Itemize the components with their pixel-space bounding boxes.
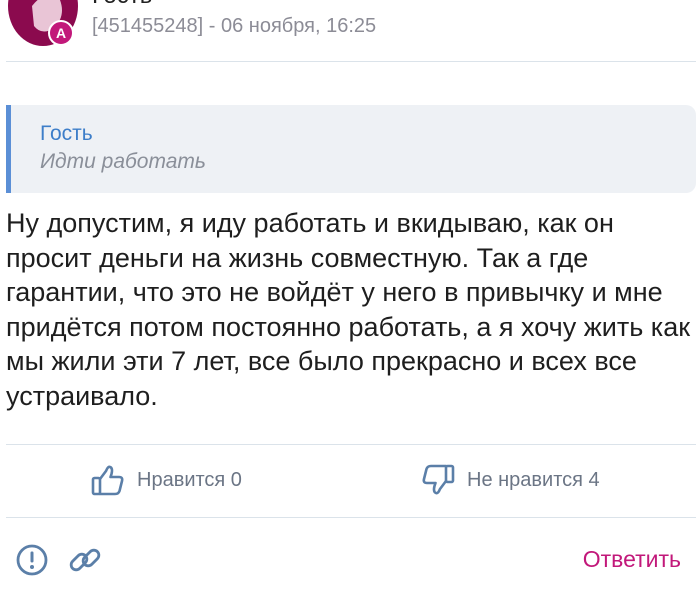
quote-block: Гость Идти работать	[6, 105, 696, 193]
dislike-button[interactable]: Не нравится 4	[421, 462, 600, 498]
report-button[interactable]	[15, 543, 49, 582]
divider	[6, 444, 696, 445]
quote-author[interactable]: Гость	[40, 121, 696, 147]
report-icon	[16, 544, 48, 576]
like-button[interactable]: Нравится 0	[91, 462, 242, 498]
dislike-icon	[422, 464, 455, 495]
link-icon	[69, 548, 101, 572]
post-meta: [451455248] - 06 ноября, 16:25	[92, 15, 377, 37]
copy-link-button[interactable]	[68, 543, 102, 582]
post-body: Ну допустим, я иду работать и вкидываю, …	[6, 208, 691, 411]
author-name[interactable]: Гость	[92, 0, 152, 10]
divider	[6, 517, 696, 518]
reply-button[interactable]: Ответить	[583, 546, 681, 573]
dislike-label: Не нравится 4	[467, 468, 600, 491]
avatar-badge: A	[48, 20, 74, 46]
quote-text: Идти работать	[40, 150, 206, 173]
divider	[6, 61, 696, 62]
like-icon	[91, 465, 124, 496]
like-label: Нравится 0	[137, 468, 242, 491]
